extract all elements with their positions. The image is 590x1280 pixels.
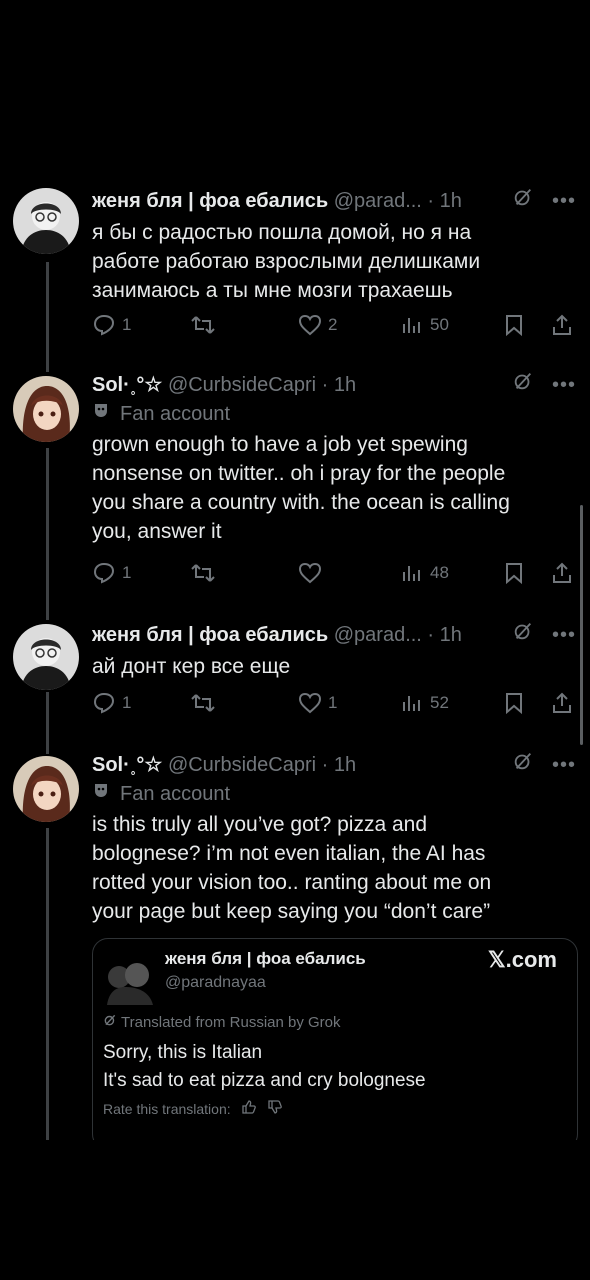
grok-icon[interactable] — [512, 186, 534, 217]
display-name[interactable]: женя бля | фоа ебались — [92, 190, 328, 212]
retweet-button[interactable] — [190, 691, 216, 715]
grok-icon[interactable] — [512, 620, 534, 651]
thumbs-down-icon[interactable] — [267, 1099, 283, 1118]
tweet-header: женя бля | фоа ебались @parad... · 1h ••… — [92, 620, 576, 650]
retweet-button[interactable] — [190, 313, 216, 337]
views-button[interactable]: 50 — [400, 313, 449, 337]
views-button[interactable]: 52 — [400, 691, 449, 715]
tweet[interactable]: Sol·˳°☆ @CurbsideCapri · 1h ••• Fan acco… — [0, 370, 590, 600]
timestamp[interactable]: · 1h — [427, 624, 461, 646]
reply-button[interactable]: 1 — [92, 691, 131, 715]
bottom-blank-area — [0, 1140, 590, 1280]
more-options-icon[interactable]: ••• — [552, 750, 576, 780]
share-button[interactable] — [550, 561, 574, 585]
heart-icon — [298, 692, 322, 714]
grok-icon[interactable] — [512, 370, 534, 401]
tweet-text: grown enough to have a job yet spewing n… — [92, 433, 510, 543]
views-button[interactable]: 48 — [400, 561, 449, 585]
retweet-button[interactable] — [190, 561, 216, 585]
tweet-header: Sol·˳°☆ @CurbsideCapri · 1h ••• — [92, 370, 576, 400]
reply-icon — [93, 692, 115, 714]
tweet-header: женя бля | фоа ебались @parad... · 1h ••… — [92, 186, 576, 216]
share-icon — [553, 314, 571, 335]
like-button[interactable] — [298, 561, 322, 585]
views-icon — [403, 566, 420, 581]
more-options-icon[interactable]: ••• — [552, 186, 576, 216]
tweet-text: я бы с радостью пошла домой, но я на раб… — [92, 221, 481, 302]
x-logo-icon: 𝕏.com — [487, 947, 557, 972]
quoted-tweet-card[interactable]: женя бля | фоа ебались @paradnayaa 𝕏.com… — [92, 938, 578, 1150]
tweet-header: Sol·˳°☆ @CurbsideCapri · 1h ••• — [92, 750, 576, 780]
user-handle[interactable]: @parad... — [334, 190, 422, 212]
quoted-display-name: женя бля | фоа ебались — [165, 949, 366, 968]
tweet-text: ай донт кер все еще — [92, 655, 291, 678]
timestamp[interactable]: · 1h — [427, 190, 461, 212]
display-name[interactable]: женя бля | фоа ебались — [92, 624, 328, 646]
bookmark-icon — [506, 563, 522, 585]
bookmark-icon — [506, 693, 522, 715]
views-icon — [403, 696, 420, 711]
action-bar: 1 2 50 — [0, 310, 590, 340]
more-options-icon[interactable]: ••• — [552, 370, 576, 400]
fan-account-label: Fan account — [92, 780, 576, 808]
bookmark-button[interactable] — [502, 561, 526, 585]
heart-icon — [298, 314, 322, 336]
bookmark-button[interactable] — [502, 691, 526, 715]
tweet-text: is this truly all you’ve got? pizza and … — [92, 813, 492, 923]
grok-icon[interactable] — [512, 750, 534, 781]
avatar[interactable] — [13, 188, 79, 254]
grok-icon — [103, 1013, 117, 1031]
bookmark-button[interactable] — [502, 313, 526, 337]
avatar[interactable] — [13, 756, 79, 822]
bookmark-icon — [506, 315, 522, 337]
rate-translation: Rate this translation: — [103, 1099, 283, 1118]
theater-masks-icon — [92, 780, 112, 808]
share-icon — [553, 692, 571, 713]
reply-icon — [93, 562, 115, 584]
share-button[interactable] — [550, 691, 574, 715]
more-options-icon[interactable]: ••• — [552, 620, 576, 650]
scrollbar[interactable] — [580, 505, 583, 745]
quoted-avatar — [103, 953, 155, 1005]
retweet-icon — [191, 316, 215, 334]
user-handle[interactable]: @parad... — [334, 624, 422, 646]
heart-icon — [298, 562, 322, 584]
action-bar: 1 48 — [0, 558, 590, 588]
avatar[interactable] — [13, 376, 79, 442]
display-name[interactable]: Sol·˳°☆ — [92, 754, 162, 776]
quoted-user-handle: @paradnayaa — [165, 974, 266, 991]
retweet-icon — [191, 564, 215, 582]
action-bar: 1 1 52 — [0, 688, 590, 718]
share-button[interactable] — [550, 313, 574, 337]
like-button[interactable]: 2 — [298, 313, 337, 337]
reply-button[interactable]: 1 — [92, 313, 131, 337]
timestamp[interactable]: · 1h — [322, 754, 356, 776]
reply-button[interactable]: 1 — [92, 561, 131, 585]
tweet[interactable]: женя бля | фоа ебались @parad... · 1h ••… — [0, 186, 590, 356]
fan-account-label: Fan account — [92, 400, 576, 428]
share-icon — [553, 562, 571, 583]
reply-icon — [93, 314, 115, 336]
like-button[interactable]: 1 — [298, 691, 337, 715]
user-handle[interactable]: @CurbsideCapri — [168, 754, 316, 776]
timestamp[interactable]: · 1h — [322, 374, 356, 396]
tweet[interactable]: женя бля | фоа ебались @parad... · 1h ••… — [0, 620, 590, 730]
quoted-text: Sorry, this is Italian It's sad to eat p… — [103, 1042, 426, 1091]
thumbs-up-icon[interactable] — [241, 1099, 257, 1118]
theater-masks-icon — [92, 400, 112, 428]
retweet-icon — [191, 694, 215, 712]
avatar[interactable] — [13, 624, 79, 690]
translation-label: Translated from Russian by Grok — [103, 1013, 341, 1031]
user-handle[interactable]: @CurbsideCapri — [168, 374, 316, 396]
views-icon — [403, 318, 420, 333]
display-name[interactable]: Sol·˳°☆ — [92, 374, 162, 396]
